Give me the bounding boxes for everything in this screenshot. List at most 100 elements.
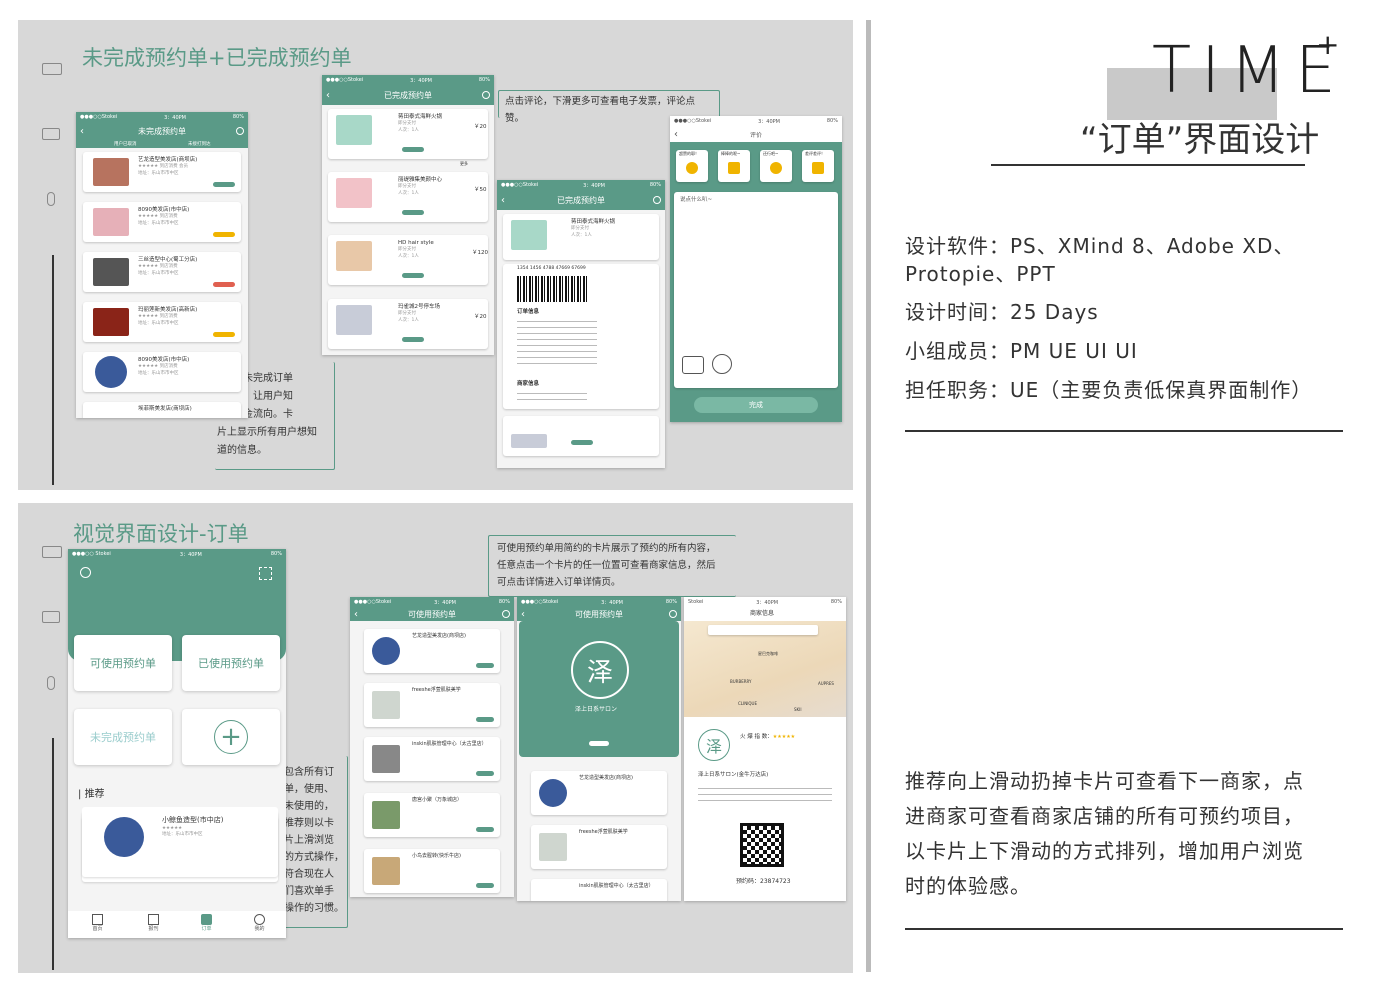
map-search[interactable] — [708, 625, 818, 635]
review-pill[interactable] — [571, 440, 593, 445]
review-pill[interactable] — [402, 210, 424, 215]
recommend-card[interactable]: 小鲸鱼造型(市中店) ★★★★★ 地址：乐山市市中区 — [82, 807, 278, 873]
search-icon[interactable] — [482, 91, 490, 99]
order-card[interactable]: 小鸟去腥转(快乐牛店) — [364, 849, 500, 893]
order-card[interactable]: 艺龙造型美发店(商坝店) — [531, 771, 667, 815]
status-pill — [476, 771, 494, 776]
order-card[interactable]: 埃菲斯美发店(商坝店) — [83, 402, 241, 418]
more-link[interactable]: 更多 — [460, 161, 468, 167]
callout-line: 们喜欢单手 — [284, 886, 334, 897]
emoji-like[interactable]: 超赞的耶！ — [676, 150, 708, 182]
order-card[interactable]: 蒋田泰式海鲜火锅 即分支付 人次：1人 ￥20 — [328, 109, 488, 159]
desc-line: 时的体验感。 — [905, 874, 1031, 898]
back-icon[interactable]: ‹ — [521, 609, 525, 620]
usable-orders-button[interactable]: 可使用预约单 — [74, 635, 172, 691]
video-icon[interactable] — [712, 354, 732, 374]
order-card[interactable]: 艺龙造型美发店(商坝店) ★★★★★ 到店消费 会员 地址：乐山市市中区 — [83, 152, 241, 192]
order-card[interactable]: freeshe浮萱肌肤美学 — [531, 825, 667, 869]
search-icon[interactable] — [653, 196, 661, 204]
recommend-heading: | 推荐 — [78, 789, 105, 800]
order-card[interactable]: inskin肌肤管理中心（太古里店） — [531, 879, 667, 901]
orders-icon — [201, 914, 212, 925]
order-card[interactable]: 三丝造型中心(蜀工分店) ★★★★★ 到店消费 地址：乐山市市中区 — [83, 252, 241, 292]
store-thumb — [336, 241, 372, 271]
add-button[interactable]: + — [182, 709, 280, 765]
emoji-bad[interactable]: 差评差评！ — [802, 150, 834, 182]
search-icon[interactable] — [80, 567, 91, 578]
store-thumb — [93, 208, 129, 236]
page-title: 商家信息 — [750, 610, 775, 617]
home-tab[interactable]: 首页 — [92, 914, 103, 932]
back-icon[interactable]: ‹ — [326, 90, 330, 101]
review-textarea[interactable]: 说点什么叭~ — [674, 192, 838, 388]
order-card[interactable]: 唐宫小聚（万象城店） — [364, 793, 500, 837]
order-card[interactable]: 蒋田泰式海鲜火锅 即分支付 人次：1人 — [503, 214, 659, 260]
emoji-ok[interactable]: 还行吧~ — [760, 150, 792, 182]
search-icon[interactable] — [236, 127, 244, 135]
order-card[interactable]: 玛雀城2号停车场 即分支付 人次：1人 ￥20 — [328, 299, 488, 349]
tab-pending[interactable]: 未接打到达 — [188, 141, 211, 147]
design-time: 设计时间：25 Days — [905, 300, 1099, 324]
order-card[interactable]: freeshe浮萱肌肤美学 — [364, 683, 500, 727]
price: ￥50 — [474, 187, 487, 193]
order-card[interactable]: 8090美发店(市中店) ★★★★★ 到店消费 地址：乐山市市中区 — [83, 352, 241, 392]
phone-order-home: ●●●○○ Stokei 3：40PM 80% 可使用预约单 已使用预约单 未完成预… — [68, 549, 286, 938]
store-name: 8090美发店(市中店) ★★★★★ 到店消费 地址：乐山市市中区 — [138, 207, 190, 226]
map-view[interactable] — [684, 621, 846, 717]
status-bar: ●●●○○Stokei 3：40PM 80% — [350, 597, 514, 607]
store-name: 蒋田泰式海鲜火锅 即分支付 人次：1人 — [398, 114, 443, 133]
tab-cancelled[interactable]: 用户已取消 — [114, 141, 137, 147]
order-card[interactable]: HD hair style 即分支付 人次：1人 ￥120 — [328, 235, 488, 285]
store-thumb — [511, 434, 547, 448]
phone-usable-list: ●●●○○Stokei 3：40PM 80% ‹ 可使用预约单 艺龙造型美发店(商坝店… — [350, 597, 514, 897]
emoji-good[interactable]: 棒棒的呢~ — [718, 150, 750, 182]
store-name: HD hair style 即分支付 人次：1人 — [398, 240, 434, 259]
back-icon[interactable]: ‹ — [674, 129, 678, 140]
review-pill[interactable] — [402, 273, 424, 278]
store-name: 蒋田泰式海鲜火锅 即分支付 人次：1人 — [571, 219, 616, 238]
store-thumb — [336, 178, 372, 208]
price: ￥20 — [474, 314, 487, 320]
callout-line: 道的信息。 — [217, 445, 267, 456]
order-card[interactable] — [503, 416, 659, 456]
status-pill — [476, 663, 494, 668]
search-icon[interactable] — [502, 610, 510, 618]
news-tab[interactable]: 报刊 — [148, 914, 159, 932]
order-card[interactable]: inskin肌肤管理中心（太古里店） — [364, 737, 500, 781]
done-button[interactable]: 完成 — [694, 397, 818, 413]
merchant-info-lines — [517, 390, 587, 400]
search-icon[interactable] — [669, 610, 677, 618]
status-bar: ●●●○○ Stokei 3：40PM 80% — [68, 549, 286, 559]
order-card[interactable]: 玛丽莲新美发店(高新店) ★★★★★ 到店消费 地址：乐山市市中区 — [83, 302, 241, 342]
scan-icon[interactable] — [259, 567, 272, 580]
status-bar: ●●●○○Stokei 3：40PM 80% — [497, 180, 665, 190]
order-info-title: 订单信息 — [517, 309, 540, 315]
subtitle: “订单”界面设计 — [1080, 120, 1320, 160]
order-card[interactable]: 丽缇雅集美颜中心 即分支付 人次：1人 ￥50 — [328, 172, 488, 222]
title-plus: + — [1316, 28, 1340, 61]
used-orders-button[interactable]: 已使用预约单 — [182, 635, 280, 691]
status-bar: ●●●○○Stokei 3：40PM 80% — [517, 597, 681, 607]
top-panel-title: 未完成预约单+已完成预约单 — [82, 46, 352, 70]
camera-icon[interactable] — [682, 356, 704, 374]
orders-tab[interactable]: 订单 — [201, 914, 212, 932]
store-thumb — [372, 637, 400, 665]
nav-bar: ‹ 未完成预约单 — [76, 122, 248, 140]
order-card[interactable]: 8090美发店(市中店) ★★★★★ 到店消费 地址：乐山市市中区 — [83, 202, 241, 242]
store-name: freeshe浮萱肌肤美学 — [412, 687, 461, 693]
store-detail-card[interactable]: 泽 泽上日系サロン — [519, 621, 679, 757]
info-divider — [905, 430, 1343, 432]
desc-line: 以卡片上下滑动的方式排列，增加用户浏览 — [905, 839, 1304, 863]
profile-tab[interactable]: 我的 — [254, 914, 265, 932]
callout-line: 符合现在人 — [284, 869, 334, 880]
callout-completed-orders: 点击评论，下滑更多可查看电子发票，评论点赞。 — [498, 90, 720, 124]
back-icon[interactable]: ‹ — [354, 609, 358, 620]
order-card[interactable]: 艺龙造型美发店(商坝店) — [364, 629, 500, 673]
incomplete-orders-button[interactable]: 未完成预约单 — [74, 709, 172, 765]
review-pill[interactable] — [402, 147, 424, 152]
detail-button[interactable] — [589, 741, 609, 746]
back-icon[interactable]: ‹ — [80, 126, 84, 137]
back-icon[interactable]: ‹ — [501, 195, 505, 206]
review-pill[interactable] — [402, 337, 424, 342]
status-pill — [213, 232, 235, 237]
